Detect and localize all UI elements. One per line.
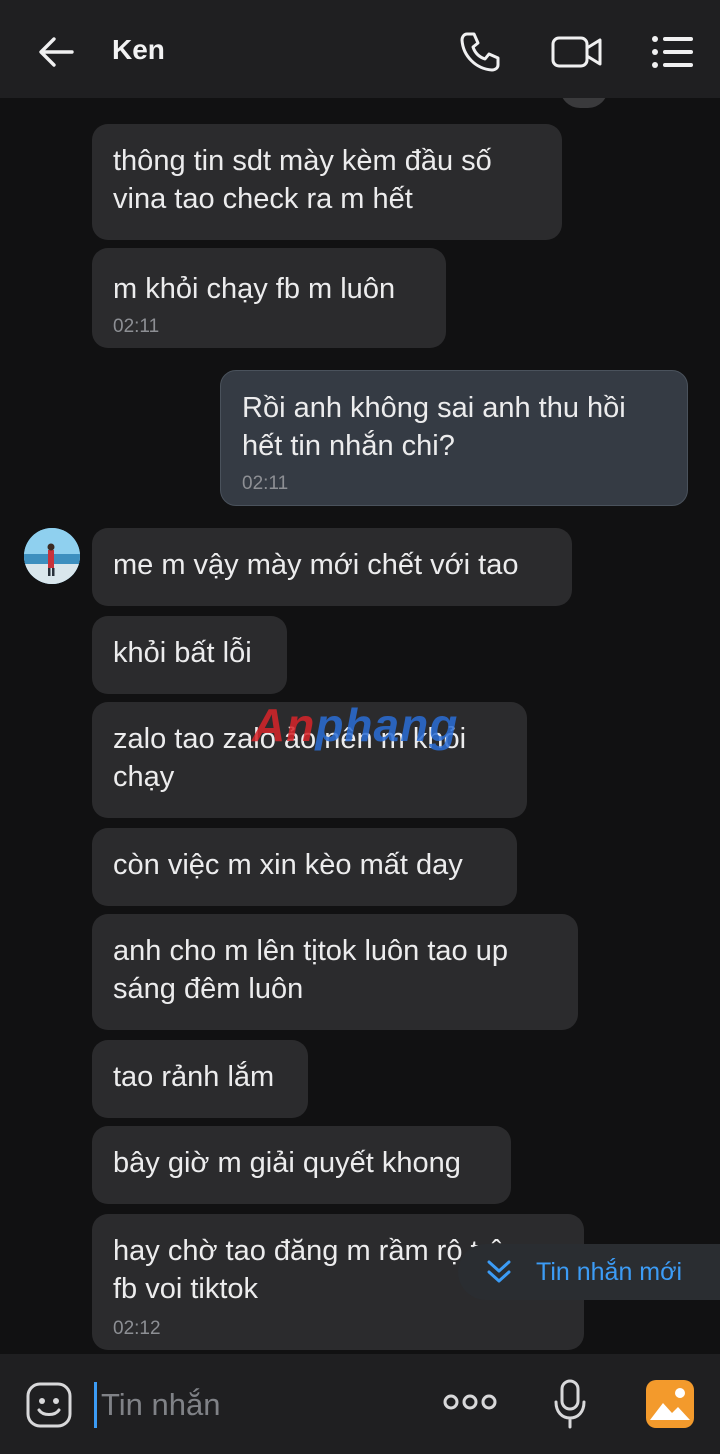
new-messages-button[interactable]: Tin nhắn mới <box>458 1244 720 1300</box>
message-bubble[interactable]: còn việc m xin kèo mất day <box>92 828 517 906</box>
more-dots-icon[interactable] <box>442 1390 498 1414</box>
message-text: Rồi anh không sai anh thu hồi <box>242 392 626 424</box>
message-text: còn việc m xin kèo mất day <box>113 849 463 881</box>
message-bubble[interactable]: khỏi bất lỗi <box>92 616 287 694</box>
my-message-bubble[interactable]: Rồi anh không sai anh thu hồi hết tin nh… <box>220 370 688 506</box>
message-composer: Tin nhắn <box>0 1354 720 1454</box>
photo-icon[interactable] <box>644 1378 696 1430</box>
message-text: thông tin sdt mày kèm đầu số <box>113 145 492 177</box>
message-bubble[interactable]: m khỏi chạy fb m luôn 02:11 <box>92 248 446 348</box>
message-bubble[interactable]: me m vậy mày mới chết với tao <box>92 528 572 606</box>
message-time: 02:12 <box>113 1318 161 1339</box>
message-text: sáng đêm luôn <box>113 973 304 1005</box>
message-time: 02:11 <box>242 473 289 494</box>
phone-icon[interactable] <box>456 28 504 76</box>
chat-header: Ken <box>0 0 720 98</box>
message-bubble[interactable]: thông tin sdt mày kèm đầu số vina tao ch… <box>92 124 562 240</box>
new-messages-label: Tin nhắn mới <box>536 1257 683 1286</box>
message-text: chạy <box>113 761 175 793</box>
message-text: zalo tao zalo ảo nên m khỏi <box>113 723 467 755</box>
message-text: me m vậy mày mới chết với tao <box>113 549 519 581</box>
back-arrow-icon[interactable] <box>34 30 78 74</box>
message-text: bây giờ m giải quyết khong <box>113 1147 461 1179</box>
message-text: anh cho m lên tịtok luôn tao up <box>113 935 508 967</box>
message-text: tao rảnh lắm <box>113 1061 275 1093</box>
list-menu-icon[interactable] <box>650 30 696 74</box>
message-bubble[interactable]: anh cho m lên tịtok luôn tao up sáng đêm… <box>92 914 578 1030</box>
message-text: hết tin nhắn chi? <box>242 430 455 462</box>
scroll-indicator <box>560 98 608 108</box>
message-input[interactable]: Tin nhắn <box>94 1382 421 1428</box>
message-time: 02:11 <box>113 316 160 337</box>
sticker-icon[interactable] <box>24 1380 74 1430</box>
message-list[interactable]: thông tin sdt mày kèm đầu số vina tao ch… <box>0 98 720 1354</box>
double-chevron-down-icon <box>487 1260 511 1283</box>
message-text: khỏi bất lỗi <box>113 637 252 669</box>
message-bubble[interactable]: zalo tao zalo ảo nên m khỏi chạy <box>92 702 527 818</box>
contact-name[interactable]: Ken <box>112 34 165 66</box>
message-bubble[interactable]: tao rảnh lắm <box>92 1040 308 1118</box>
video-camera-icon[interactable] <box>550 30 604 74</box>
contact-avatar[interactable] <box>24 528 80 584</box>
message-text: m khỏi chạy fb m luôn <box>113 273 396 305</box>
message-bubble[interactable]: bây giờ m giải quyết khong <box>92 1126 511 1204</box>
microphone-icon[interactable] <box>552 1378 588 1430</box>
message-text: vina tao check ra m hết <box>113 183 413 215</box>
avatar-photo <box>24 528 80 584</box>
